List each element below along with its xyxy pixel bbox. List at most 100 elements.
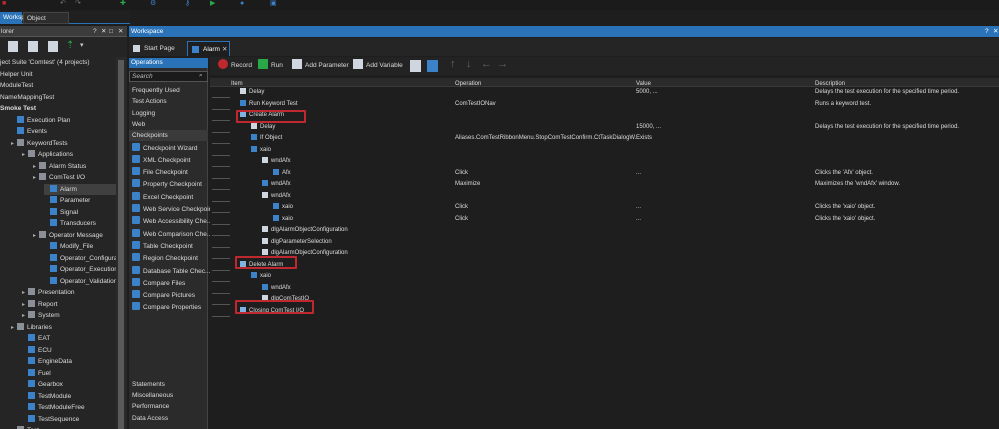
float-icon[interactable]: □ — [109, 26, 113, 37]
operation-category[interactable]: Performance — [129, 401, 208, 412]
tree-item[interactable]: Execution Plan — [11, 115, 70, 126]
tree-item[interactable]: ▸ KeywordTests — [11, 138, 67, 149]
add-existing-icon[interactable] — [28, 41, 38, 52]
operation-item[interactable]: Property Checkpoint — [132, 179, 202, 190]
tree-item[interactable]: ▸ Libraries — [11, 322, 52, 333]
tree-item[interactable]: ModuleTest — [0, 80, 33, 91]
operation-category[interactable]: Data Access — [129, 413, 208, 424]
gear-icon[interactable]: ⚙ — [150, 0, 156, 7]
tree-item[interactable]: ject Suite 'Comtest' (4 projects) — [0, 57, 90, 68]
table-row[interactable]: xaio — [273, 214, 293, 225]
redo-icon[interactable]: ↷ — [75, 0, 81, 7]
operation-category[interactable]: Logging — [129, 108, 208, 119]
tree-item[interactable]: Modify_File — [44, 241, 93, 252]
tree-item[interactable]: Operator_Configuration — [44, 253, 116, 264]
key-icon[interactable]: ⚷ — [185, 0, 190, 7]
tree-item[interactable]: ▸ ComTest I/O — [33, 172, 85, 183]
new-item-icon[interactable] — [8, 41, 18, 52]
record-button[interactable]: Record — [218, 59, 252, 73]
table-row[interactable]: dlgParameterSelection — [262, 237, 332, 248]
tree-item[interactable]: ▸ Alarm Status — [33, 161, 86, 172]
operation-item[interactable]: Compare Properties — [132, 302, 201, 313]
tree-item[interactable]: EngineData — [22, 356, 72, 367]
search-icon[interactable]: ⌕ — [199, 72, 203, 80]
tree-item[interactable]: ▸ Operator Message — [33, 230, 103, 241]
tree-item[interactable]: Gearbox — [22, 379, 63, 390]
operation-item[interactable]: Web Accessibility Che... — [132, 216, 212, 227]
close-panel-icon[interactable]: ✕ — [118, 26, 123, 37]
help-icon[interactable]: ? — [93, 26, 97, 37]
table-row[interactable]: wndAfx — [262, 283, 291, 294]
tab-alarm[interactable]: Alarm ✕ — [187, 41, 230, 56]
tree-item[interactable]: Smoke Test — [0, 103, 36, 114]
table-row[interactable]: wndAfx — [262, 191, 291, 202]
add-icon[interactable]: ✚ — [120, 0, 126, 7]
table-row[interactable]: Delay — [240, 87, 264, 98]
undo-icon[interactable]: ↶ — [60, 0, 66, 7]
tree-item[interactable]: ECU — [22, 345, 52, 356]
tree-item[interactable]: EAT — [22, 333, 50, 344]
table-row[interactable]: xaio — [251, 145, 271, 156]
add-parameter-button[interactable]: Add Parameter — [292, 59, 349, 73]
operation-item[interactable]: Region Checkpoint — [132, 253, 198, 264]
tree-item[interactable]: Operator_Execution — [44, 264, 116, 275]
move-up-icon[interactable]: ↑ — [450, 58, 456, 70]
table-row[interactable]: wndAfx — [262, 156, 291, 167]
tree-item[interactable]: ▸Test — [11, 425, 39, 429]
operation-category[interactable]: Test Actions — [129, 96, 208, 107]
operation-item[interactable]: Web Comparison Che... — [132, 228, 212, 240]
tree-item[interactable]: Signal — [44, 207, 78, 218]
table-row[interactable]: Run Keyword Test — [240, 99, 298, 110]
operation-category[interactable]: Miscellaneous — [129, 390, 208, 401]
tree-item[interactable]: Alarm — [44, 183, 116, 195]
operation-item[interactable]: Checkpoint Wizard — [132, 142, 198, 154]
tree-item[interactable]: TestModule — [22, 391, 71, 402]
table-row[interactable]: wndAfx — [262, 179, 291, 190]
chevron-down-icon[interactable]: ▾ — [80, 41, 84, 49]
tree-item[interactable]: ▸ Report — [22, 299, 58, 310]
operation-item[interactable]: Compare Files — [132, 277, 185, 289]
tree-item[interactable]: Operator_Validation — [44, 276, 116, 287]
tree-item[interactable]: ▸ Applications — [22, 149, 73, 160]
record-icon[interactable]: ● — [240, 0, 244, 7]
operation-item[interactable]: Web Service Checkpoint — [132, 204, 214, 215]
tree-item[interactable]: Transducers — [44, 218, 96, 229]
tree-item[interactable]: Fuel — [22, 368, 51, 379]
operation-item[interactable]: XML Checkpoint — [132, 154, 190, 166]
operation-category[interactable]: Checkpoints — [129, 130, 208, 142]
operation-item[interactable]: Compare Pictures — [132, 290, 195, 301]
table-row[interactable]: xaio — [251, 271, 271, 282]
stop-icon[interactable]: ■ — [2, 0, 6, 7]
tree-item[interactable]: NameMappingTest — [0, 92, 54, 103]
help-icon[interactable]: ? — [985, 26, 989, 37]
tab-object-browser[interactable]: Object Browser — [23, 12, 69, 34]
tab-workspace[interactable]: Workspace — [0, 12, 35, 24]
tree-item[interactable]: Helper Unit — [0, 69, 33, 80]
close-tab-icon[interactable]: ✕ — [222, 42, 227, 57]
operation-item[interactable]: Table Checkpoint — [132, 240, 193, 252]
window-icon[interactable]: ▣ — [270, 0, 277, 7]
tree-item[interactable]: TestModuleFree — [22, 402, 85, 413]
tree-scrollbar-thumb[interactable] — [118, 60, 124, 429]
table-row[interactable]: xaio — [273, 202, 293, 213]
operation-category[interactable]: Web — [129, 119, 208, 130]
tree-item[interactable]: ▸ System — [22, 310, 60, 321]
table-row[interactable]: dlgAlarmObjectConfiguration — [262, 225, 348, 236]
run-icon[interactable]: ▶ — [210, 0, 215, 7]
table-row[interactable]: Delay — [251, 122, 275, 133]
close-icon[interactable]: ✕ — [993, 26, 998, 37]
operation-item[interactable]: Excel Checkpoint — [132, 191, 193, 203]
operation-item[interactable]: File Checkpoint — [132, 167, 188, 178]
export-icon[interactable] — [427, 60, 438, 72]
run-button[interactable]: Run — [258, 59, 283, 73]
close-icon[interactable]: ✕ — [101, 26, 106, 37]
move-right-icon[interactable]: → — [497, 58, 508, 70]
column-operation[interactable]: Operation — [455, 80, 481, 89]
operation-category[interactable]: Frequently Used — [129, 85, 208, 96]
move-down-icon[interactable]: ↓ — [466, 58, 472, 70]
table-row[interactable]: Afx — [273, 168, 291, 179]
add-variable-button[interactable]: Add Variable — [353, 59, 403, 73]
tree-item[interactable]: Events — [11, 126, 47, 137]
tree-item[interactable]: TestSequence — [22, 414, 79, 425]
copy-icon[interactable] — [410, 60, 421, 72]
